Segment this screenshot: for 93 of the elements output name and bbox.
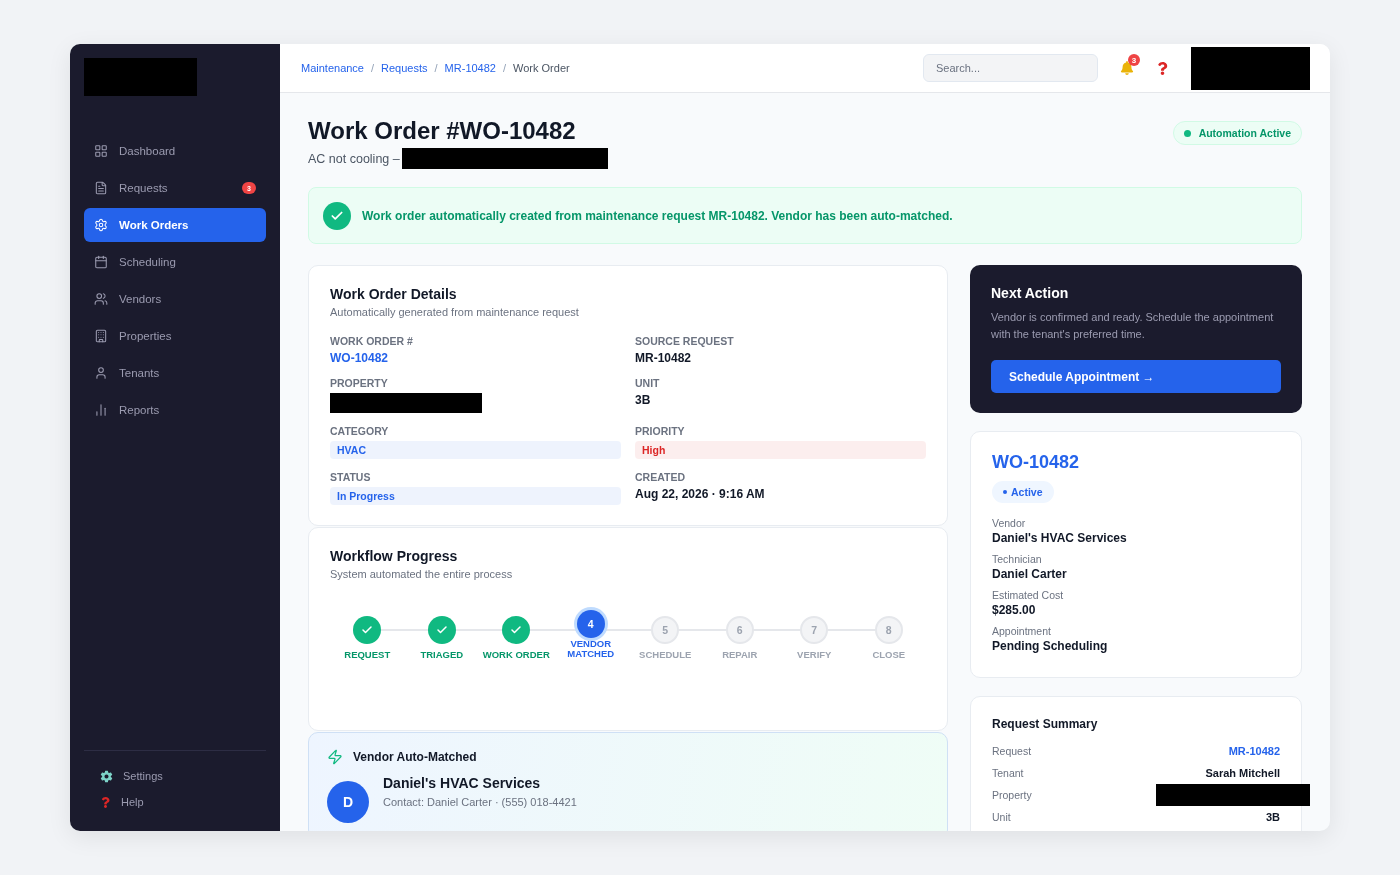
help-icon[interactable] <box>1156 61 1169 75</box>
card-title: Next Action <box>991 285 1070 301</box>
banner-message: Work order automatically created from maintenance request MR-10482. Vendor has been auto-matched. <box>362 208 953 223</box>
sidebar-item[interactable]: Dashboard <box>84 134 266 168</box>
settings-icon <box>94 218 108 232</box>
breadcrumb-separator: / <box>502 62 507 74</box>
sidebar-footer-item[interactable]: Settings <box>84 767 266 785</box>
tag: High <box>635 441 926 459</box>
step-label: VERIFY <box>796 650 833 661</box>
users-icon <box>94 292 108 306</box>
field-label: Technician <box>992 553 1043 565</box>
tag: In Progress <box>330 487 621 505</box>
check-icon <box>323 201 351 230</box>
breadcrumb-link[interactable]: MR-10482 <box>444 62 496 74</box>
field-label: UNIT <box>635 377 660 389</box>
card-title: Vendor Auto-Matched <box>353 750 477 765</box>
step-number: 7 <box>800 616 829 644</box>
card-title: Request Summary <box>992 717 1099 731</box>
field-value[interactable]: WO-10482 <box>330 351 389 365</box>
notification-bell-icon[interactable] <box>1120 61 1134 75</box>
sidebar-item[interactable]: Work Orders <box>84 208 266 242</box>
field-label: Appointment <box>992 625 1052 637</box>
status-pill: Active <box>992 481 1054 503</box>
summary-value[interactable]: MR-10482 <box>1228 745 1280 757</box>
step-label: CLOSE <box>871 650 907 661</box>
sidebar-footer-item[interactable]: Help <box>84 793 266 811</box>
step-label: VENDOR MATCHED <box>566 639 616 660</box>
settings-icon <box>100 769 113 783</box>
field-value: MR-10482 <box>635 351 692 365</box>
vendor-name: Daniel's HVAC Services <box>383 775 542 792</box>
summary-value: 3B <box>1265 811 1280 823</box>
field-value: Pending Scheduling <box>992 639 1109 653</box>
breadcrumb-link[interactable]: Maintenance <box>301 62 364 74</box>
field-value: 3B <box>635 393 651 407</box>
sidebar-item[interactable]: Reports <box>84 393 266 427</box>
schedule-button[interactable]: Schedule Appointment → <box>991 360 1281 393</box>
field-label: Estimated Cost <box>992 589 1065 601</box>
sidebar-item[interactable]: Tenants <box>84 356 266 390</box>
field-value: Daniel Carter <box>992 567 1068 581</box>
breadcrumb-separator: / <box>434 62 438 74</box>
field-value: Daniel's HVAC Services <box>992 531 1128 545</box>
card-title: Work Order Details <box>330 286 458 302</box>
step-label: TRIAGED <box>419 650 465 661</box>
step-label: WORK ORDER <box>481 650 551 661</box>
breadcrumb-link[interactable]: Requests <box>381 62 428 74</box>
field-value: $285.00 <box>992 603 1037 617</box>
page-subtitle: AC not cooling – <box>308 151 400 166</box>
page-title: Work Order #WO-10482 <box>308 117 577 145</box>
step-number: 6 <box>725 616 754 644</box>
card-subtitle: System automated the entire process <box>330 568 514 580</box>
summary-label: Request <box>992 745 1032 757</box>
notification-badge: 3 <box>1128 54 1140 66</box>
field-label: PRIORITY <box>635 425 685 437</box>
work-order-id: WO-10482 <box>992 452 1081 473</box>
status-badge: Automation Active <box>1172 121 1302 145</box>
grid-icon <box>94 144 108 158</box>
card-title: Workflow Progress <box>330 548 459 564</box>
sidebar-item[interactable]: Scheduling <box>84 245 266 279</box>
document-icon <box>94 181 108 195</box>
field-label: STATUS <box>330 471 371 483</box>
bar-chart-icon <box>94 403 108 417</box>
field-label: PROPERTY <box>330 377 388 389</box>
step-label: SCHEDULE <box>638 650 693 661</box>
step-number: 8 <box>874 616 903 644</box>
breadcrumb-link[interactable]: Work Order <box>513 62 570 74</box>
sidebar-item[interactable]: Properties <box>84 319 266 353</box>
breadcrumb-separator: / <box>371 62 375 74</box>
step-label: REQUEST <box>343 650 392 661</box>
search-field[interactable]: Search... <box>923 54 1098 82</box>
calendar-icon <box>94 255 108 269</box>
avatar: D <box>327 781 369 824</box>
field-label: Vendor <box>992 517 1027 529</box>
field-label: CREATED <box>635 471 685 483</box>
building-icon <box>94 329 108 343</box>
help-icon <box>100 796 111 808</box>
field-label: SOURCE REQUEST <box>635 335 734 347</box>
step-label: REPAIR <box>721 650 759 661</box>
lightning-icon <box>327 749 343 766</box>
step-number: 5 <box>651 616 680 644</box>
summary-value: Sarah Mitchell <box>1205 767 1280 779</box>
user-icon <box>94 366 108 380</box>
vendor-contact: Contact: Daniel Carter · (555) 018-4421 <box>383 796 577 809</box>
summary-label: Tenant <box>992 767 1024 779</box>
field-label: WORK ORDER # <box>330 335 413 347</box>
summary-label: Unit <box>992 811 1011 823</box>
sidebar-item[interactable]: Vendors <box>84 282 266 316</box>
step-number: 4 <box>576 610 605 638</box>
card-description: Vendor is confirmed and ready. Schedule the appointment with the tenant's preferred time. <box>991 310 1275 342</box>
tag: HVAC <box>330 441 621 459</box>
card-subtitle: Automatically generated from maintenance request <box>330 306 580 318</box>
summary-label: Property <box>992 789 1032 801</box>
field-value: Aug 22, 2026 · 9:16 AM <box>635 487 765 501</box>
field-label: CATEGORY <box>330 425 389 437</box>
